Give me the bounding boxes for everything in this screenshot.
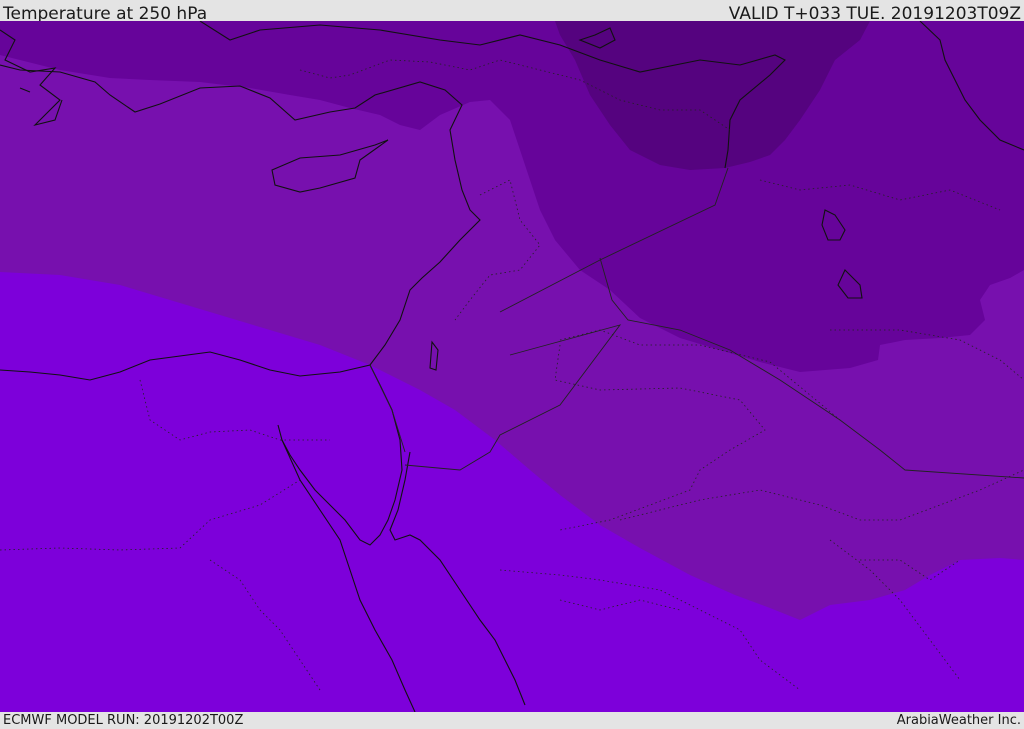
header-bar: Temperature at 250 hPa VALID T+033 TUE. … [0, 0, 1024, 24]
footer-bar: ECMWF MODEL RUN: 20191202T00Z ArabiaWeat… [0, 712, 1024, 729]
temperature-map [0, 21, 1024, 712]
credit-label: ArabiaWeather Inc. [896, 713, 1021, 728]
model-run-label: ECMWF MODEL RUN: 20191202T00Z [3, 713, 244, 728]
map-panel [0, 21, 1024, 712]
